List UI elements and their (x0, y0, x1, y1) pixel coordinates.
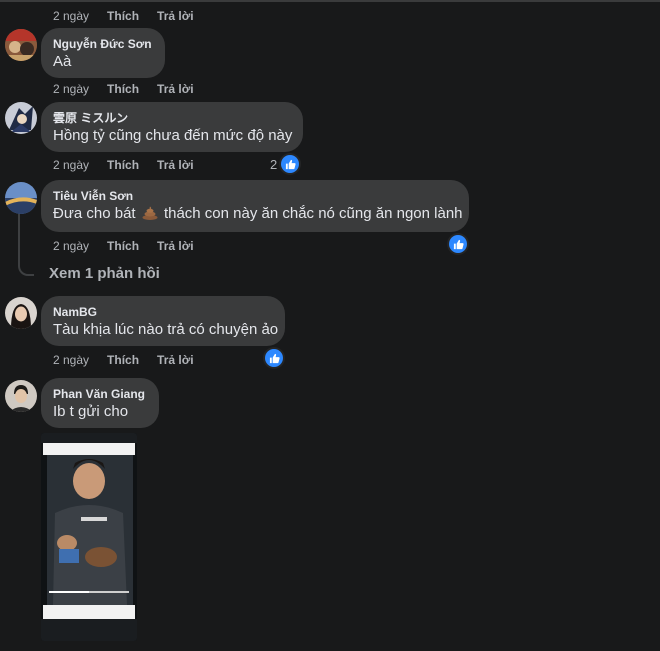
comment-text: Hồng tỷ cũng chưa đến mức độ này (53, 127, 293, 144)
reaction-count[interactable]: 2 (270, 157, 277, 172)
reply-link[interactable]: Trả lời (157, 353, 194, 367)
comment-actions: 2 ngày Thích Trả lời (53, 239, 212, 253)
like-link[interactable]: Thích (107, 82, 139, 96)
comment-text: Ib t gửi cho (53, 403, 129, 420)
comment-text: Đưa cho bát thách con này ăn chắc nó cũn… (53, 204, 463, 224)
comment-text: Tàu khịa lúc nào trả có chuyện ảo (53, 321, 279, 338)
timestamp[interactable]: 2 ngày (53, 158, 89, 172)
like-link[interactable]: Thích (107, 353, 139, 367)
comment-author[interactable]: NamBG (53, 304, 273, 320)
reply-link[interactable]: Trả lời (157, 239, 194, 253)
comment-actions: 2 ngày Thích Trả lời (53, 353, 212, 367)
comment-bubble: 雲原 ミスルン Hồng tỷ cũng chưa đến mức độ này (41, 102, 303, 152)
comment-bubble: NamBG Tàu khịa lúc nào trả có chuyện ảo (41, 296, 285, 346)
reply-link[interactable]: Trả lời (157, 9, 194, 23)
avatar[interactable] (5, 380, 37, 412)
comment-bubble: Tiêu Viễn Sơn Đưa cho bát thách con này … (41, 180, 469, 232)
like-reaction-icon[interactable] (449, 235, 467, 253)
timestamp[interactable]: 2 ngày (53, 82, 89, 96)
comment-author[interactable]: Tiêu Viễn Sơn (53, 188, 457, 204)
comment-actions-top: 2 ngày Thích Trả lời (53, 9, 212, 23)
top-divider (0, 0, 660, 2)
reply-thread-line (18, 214, 34, 276)
comment-bubble: Phan Văn Giang Ib t gửi cho (41, 378, 159, 428)
video-screenshot-image[interactable] (41, 433, 137, 641)
comment-actions: 2 ngày Thích Trả lời (53, 158, 212, 172)
avatar[interactable] (5, 102, 37, 134)
avatar[interactable] (5, 297, 37, 329)
comment-author[interactable]: Nguyễn Đức Sơn (53, 36, 153, 52)
comment-author[interactable]: Phan Văn Giang (53, 386, 147, 402)
like-link[interactable]: Thích (107, 9, 139, 23)
like-link[interactable]: Thích (107, 158, 139, 172)
timestamp[interactable]: 2 ngày (53, 239, 89, 253)
comment-author[interactable]: 雲原 ミスルン (53, 110, 291, 126)
poop-emoji-icon (142, 206, 158, 220)
avatar[interactable] (5, 29, 37, 61)
comment-text-part: thách con này ăn chắc nó cũng ăn ngon là… (163, 205, 463, 222)
comment-actions: 2 ngày Thích Trả lời (53, 82, 212, 96)
view-replies-link[interactable]: Xem 1 phản hồi (49, 265, 160, 282)
timestamp[interactable]: 2 ngày (53, 353, 89, 367)
comment-bubble: Nguyễn Đức Sơn Aà (41, 28, 165, 78)
comment-text: Aà (53, 53, 72, 70)
comment-text-part: Đưa cho bát (53, 205, 136, 222)
like-reaction-icon[interactable] (265, 349, 283, 367)
like-reaction-icon[interactable] (281, 155, 299, 173)
reply-link[interactable]: Trả lời (157, 158, 194, 172)
like-link[interactable]: Thích (107, 239, 139, 253)
avatar[interactable] (5, 182, 37, 214)
timestamp[interactable]: 2 ngày (53, 9, 89, 23)
reply-link[interactable]: Trả lời (157, 82, 194, 96)
